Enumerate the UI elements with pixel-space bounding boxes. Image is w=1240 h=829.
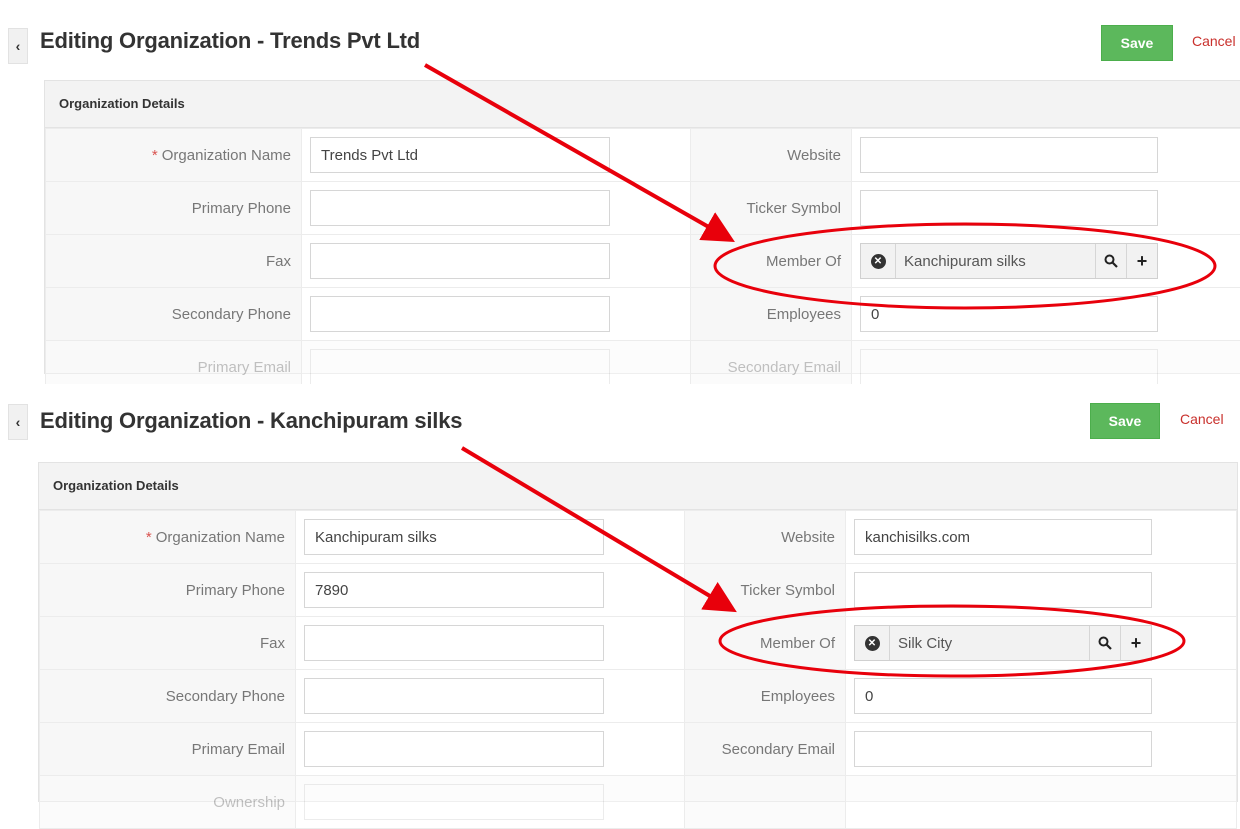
details-table: *Organization Name Kanchipuram silks Web… xyxy=(39,510,1237,829)
page-title: Editing Organization - Kanchipuram silks xyxy=(40,408,462,434)
field-row: Primary Phone 7890 Ticker Symbol xyxy=(40,564,1237,617)
page-title: Editing Organization - Trends Pvt Ltd xyxy=(40,28,420,54)
organization-name-input[interactable]: Trends Pvt Ltd xyxy=(310,137,610,173)
search-reference-button[interactable] xyxy=(1095,244,1126,278)
member-of-value: Silk City xyxy=(890,626,1089,660)
field-label: Primary Phone xyxy=(40,564,296,617)
field-row: Fax Member Of ✕ Silk City + xyxy=(40,617,1237,670)
field-label: Fax xyxy=(40,617,296,670)
collapse-sidebar-button[interactable]: ‹ xyxy=(8,28,28,64)
cancel-link[interactable]: Cancel xyxy=(1192,33,1236,49)
remove-circle-icon: ✕ xyxy=(865,636,880,651)
cancel-link[interactable]: Cancel xyxy=(1180,411,1224,427)
field-label: Primary Email xyxy=(40,723,296,776)
primary-phone-input[interactable] xyxy=(310,190,610,226)
organization-details-block: Organization Details *Organization Name … xyxy=(44,80,1240,374)
field-label: Secondary Phone xyxy=(46,288,302,341)
primary-email-input[interactable] xyxy=(304,731,604,767)
secondary-email-input[interactable] xyxy=(854,731,1152,767)
search-reference-button[interactable] xyxy=(1089,626,1120,660)
chevron-left-icon: ‹ xyxy=(16,414,21,430)
fax-input[interactable] xyxy=(310,243,610,279)
ownership-input[interactable] xyxy=(304,784,604,820)
field-row: *Organization Name Kanchipuram silks Web… xyxy=(40,511,1237,564)
secondary-phone-input[interactable] xyxy=(310,296,610,332)
website-input[interactable] xyxy=(860,137,1158,173)
search-icon xyxy=(1098,636,1112,650)
field-label: Primary Phone xyxy=(46,182,302,235)
plus-icon: + xyxy=(1137,251,1148,272)
field-label: Member Of xyxy=(691,235,852,288)
employees-input[interactable]: 0 xyxy=(860,296,1158,332)
fax-input[interactable] xyxy=(304,625,604,661)
secondary-phone-input[interactable] xyxy=(304,678,604,714)
member-of-reference-field: ✕ Silk City + xyxy=(854,625,1152,661)
member-of-reference-field: ✕ Kanchipuram silks + xyxy=(860,243,1158,279)
field-label: Website xyxy=(691,129,852,182)
field-row: Primary Phone Ticker Symbol xyxy=(46,182,1240,235)
field-label: *Organization Name xyxy=(40,511,296,564)
field-row: *Organization Name Trends Pvt Ltd Websit… xyxy=(46,129,1240,182)
field-label: Website xyxy=(685,511,846,564)
field-label: *Organization Name xyxy=(46,129,302,182)
member-of-value: Kanchipuram silks xyxy=(896,244,1095,278)
add-reference-button[interactable]: + xyxy=(1120,626,1151,660)
field-label: Secondary Email xyxy=(685,723,846,776)
organization-details-block: Organization Details *Organization Name … xyxy=(38,462,1238,802)
field-row: Fax Member Of ✕ Kanchipuram silks + xyxy=(46,235,1240,288)
field-label: Member Of xyxy=(685,617,846,670)
field-row: Ownership xyxy=(40,776,1237,829)
details-table: *Organization Name Trends Pvt Ltd Websit… xyxy=(45,128,1240,394)
field-row: Secondary Phone Employees 0 xyxy=(40,670,1237,723)
clear-reference-button[interactable]: ✕ xyxy=(861,244,896,278)
required-marker: * xyxy=(152,147,158,164)
organization-name-input[interactable]: Kanchipuram silks xyxy=(304,519,604,555)
remove-circle-icon: ✕ xyxy=(871,254,886,269)
block-title: Organization Details xyxy=(39,463,1237,510)
plus-icon: + xyxy=(1131,633,1142,654)
search-icon xyxy=(1104,254,1118,268)
required-marker: * xyxy=(146,529,152,546)
field-row: Secondary Phone Employees 0 xyxy=(46,288,1240,341)
employees-input[interactable]: 0 xyxy=(854,678,1152,714)
add-reference-button[interactable]: + xyxy=(1126,244,1157,278)
edit-panel-trends: ‹ Editing Organization - Trends Pvt Ltd … xyxy=(0,0,1240,372)
secondary-email-input[interactable] xyxy=(860,349,1158,385)
field-label: Ownership xyxy=(40,776,296,829)
save-button[interactable]: Save xyxy=(1090,403,1160,439)
edit-panel-kanchipuram: ‹ Editing Organization - Kanchipuram sil… xyxy=(0,384,1240,800)
website-input[interactable]: kanchisilks.com xyxy=(854,519,1152,555)
field-label: Ticker Symbol xyxy=(685,564,846,617)
ticker-symbol-input[interactable] xyxy=(854,572,1152,608)
ticker-symbol-input[interactable] xyxy=(860,190,1158,226)
field-label: Employees xyxy=(685,670,846,723)
clear-reference-button[interactable]: ✕ xyxy=(855,626,890,660)
save-button[interactable]: Save xyxy=(1101,25,1173,61)
primary-phone-input[interactable]: 7890 xyxy=(304,572,604,608)
primary-email-input[interactable] xyxy=(310,349,610,385)
collapse-sidebar-button[interactable]: ‹ xyxy=(8,404,28,440)
field-row: Primary Email Secondary Email xyxy=(40,723,1237,776)
field-label: Ticker Symbol xyxy=(691,182,852,235)
field-label: Fax xyxy=(46,235,302,288)
field-label: Employees xyxy=(691,288,852,341)
chevron-left-icon: ‹ xyxy=(16,38,21,54)
field-label: Secondary Phone xyxy=(40,670,296,723)
block-title: Organization Details xyxy=(45,81,1240,128)
